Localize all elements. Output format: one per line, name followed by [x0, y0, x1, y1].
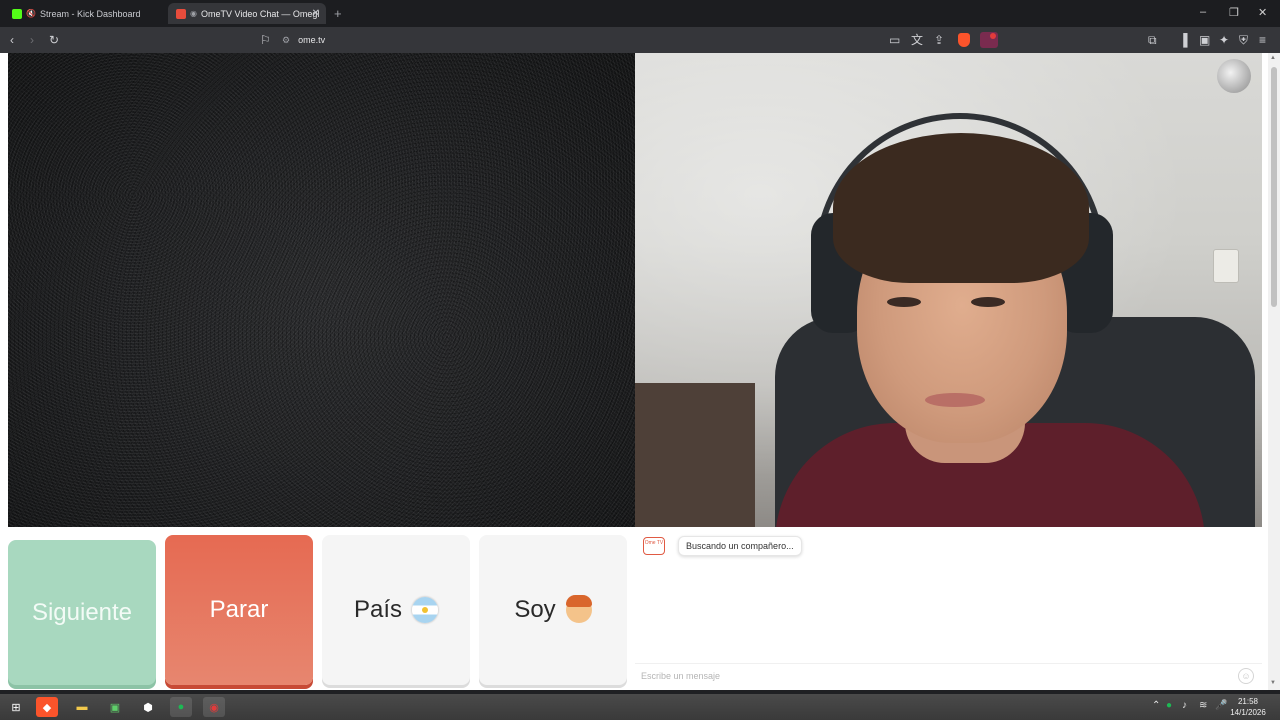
brave-rewards-icon[interactable]	[980, 32, 998, 48]
ometv-favicon-icon	[176, 8, 186, 19]
windows-start-icon[interactable]: ⊞	[5, 697, 27, 717]
tab-title: OmeTV Video Chat — Omegl	[200, 8, 320, 19]
vpn-icon[interactable]: ⛨	[1239, 33, 1248, 47]
brave-shields-icon[interactable]	[958, 33, 970, 47]
gender-button[interactable]: Soy	[479, 535, 627, 685]
ometv-page: Siguiente Parar País Soy Ome TV Buscando…	[0, 53, 1280, 690]
bookmark-icon[interactable]: ⚐	[260, 33, 271, 47]
url-text: ome.tv	[298, 35, 326, 45]
wallet-icon[interactable]: ▣	[1199, 33, 1210, 47]
back-icon[interactable]: ‹	[10, 33, 14, 47]
partner-video-static	[8, 53, 635, 527]
tray-speaker-icon[interactable]: ♪	[1182, 700, 1187, 711]
brave-browser-icon[interactable]: ◆	[36, 697, 58, 717]
tray-overflow-icon[interactable]: ⌃	[1152, 700, 1160, 711]
gender-button-label: Soy	[514, 596, 556, 623]
eye-left	[887, 297, 921, 307]
close-window-icon[interactable]: ✕	[1258, 6, 1267, 19]
screen-cast-icon[interactable]: ▭	[889, 33, 900, 47]
lamp	[1217, 59, 1251, 93]
tray-microphone-icon[interactable]: 🎤	[1215, 700, 1227, 711]
epic-games-icon[interactable]: ⬢	[137, 697, 159, 717]
chat-message-input[interactable]	[641, 668, 1221, 684]
spotify-icon[interactable]: ●	[170, 697, 192, 717]
shelf	[635, 383, 755, 527]
argentina-flag-icon	[412, 597, 439, 623]
close-tab-icon[interactable]: ✕	[312, 8, 320, 19]
browser-tab-bar: 🔇 Stream - Kick Dashboard ◉ OmeTV Video …	[0, 0, 1280, 27]
mouth	[925, 393, 985, 407]
tray-spotify-icon[interactable]: ●	[1166, 700, 1172, 711]
emoji-icon[interactable]: ☺	[1238, 668, 1254, 684]
boy-emoji-icon	[565, 595, 592, 623]
tab-title: Stream - Kick Dashboard	[39, 8, 141, 19]
windows-taskbar: ⊞ ◆ ▬ ▣ ⬢ ● ◉ ⌃ ● ♪ ≋ 🎤 21:58 14/1/2026	[0, 694, 1280, 720]
recording-icon: ◉	[190, 9, 197, 18]
restore-icon[interactable]: ❐	[1229, 6, 1239, 19]
chat-panel: Ome TV Buscando un compañero... ☺	[635, 527, 1262, 690]
chat-input-bar: ☺	[635, 663, 1262, 687]
new-tab-icon[interactable]: +	[334, 6, 342, 21]
browser-toolbar: ‹ › ↻ ⚐ ⚙ ome.tv ▭ 文 ⇪ ⧉ ▐ ▣ ✦ ⛨ ≡	[0, 27, 1280, 53]
tray-wifi-icon[interactable]: ≋	[1199, 700, 1207, 711]
minimize-icon[interactable]: –	[1200, 6, 1206, 18]
xbox-app-icon[interactable]: ▣	[104, 697, 126, 717]
leo-ai-icon[interactable]: ✦	[1219, 33, 1229, 47]
stop-button-label: Parar	[209, 596, 269, 623]
site-info-icon[interactable]: ⚙	[282, 35, 290, 46]
page-scrollbar[interactable]: ▲ ▼	[1268, 53, 1280, 690]
sidebar-icon[interactable]: ▐	[1179, 33, 1188, 47]
country-button-label: País	[353, 596, 403, 623]
wall-switch	[1213, 249, 1239, 283]
share-icon[interactable]: ⇪	[934, 33, 944, 47]
next-button-label: Siguiente	[31, 598, 133, 626]
forward-icon[interactable]: ›	[30, 33, 34, 47]
reload-icon[interactable]: ↻	[49, 33, 59, 47]
scrollbar-thumb[interactable]	[1271, 67, 1277, 307]
hair	[833, 133, 1089, 283]
clock-time: 21:58	[1237, 697, 1259, 706]
clock-date: 14/1/2026	[1230, 708, 1266, 717]
tab-ometv[interactable]: ◉ OmeTV Video Chat — Omegl ✕	[168, 3, 326, 24]
translate-icon[interactable]: 文	[911, 33, 923, 47]
ometv-logo-icon: Ome TV	[643, 537, 665, 555]
address-bar[interactable]: ⚙ ome.tv	[282, 32, 325, 48]
scroll-up-icon[interactable]: ▲	[1270, 55, 1276, 61]
kick-favicon-icon	[12, 8, 22, 19]
scroll-down-icon[interactable]: ▼	[1270, 680, 1276, 686]
mute-icon[interactable]: 🔇	[26, 9, 36, 18]
system-clock[interactable]: 21:58 14/1/2026	[1228, 696, 1268, 718]
file-explorer-icon[interactable]: ▬	[71, 697, 93, 717]
stop-button[interactable]: Parar	[165, 535, 313, 685]
eye-right	[971, 297, 1005, 307]
obs-icon[interactable]: ◉	[203, 697, 225, 717]
next-button[interactable]: Siguiente	[8, 540, 156, 685]
self-camera-video	[635, 53, 1262, 527]
tab-kick-dashboard[interactable]: 🔇 Stream - Kick Dashboard	[4, 3, 164, 24]
extensions-icon[interactable]: ⧉	[1148, 33, 1157, 47]
country-button[interactable]: País	[322, 535, 470, 685]
menu-icon[interactable]: ≡	[1259, 33, 1266, 47]
status-message: Buscando un compañero...	[678, 536, 802, 556]
